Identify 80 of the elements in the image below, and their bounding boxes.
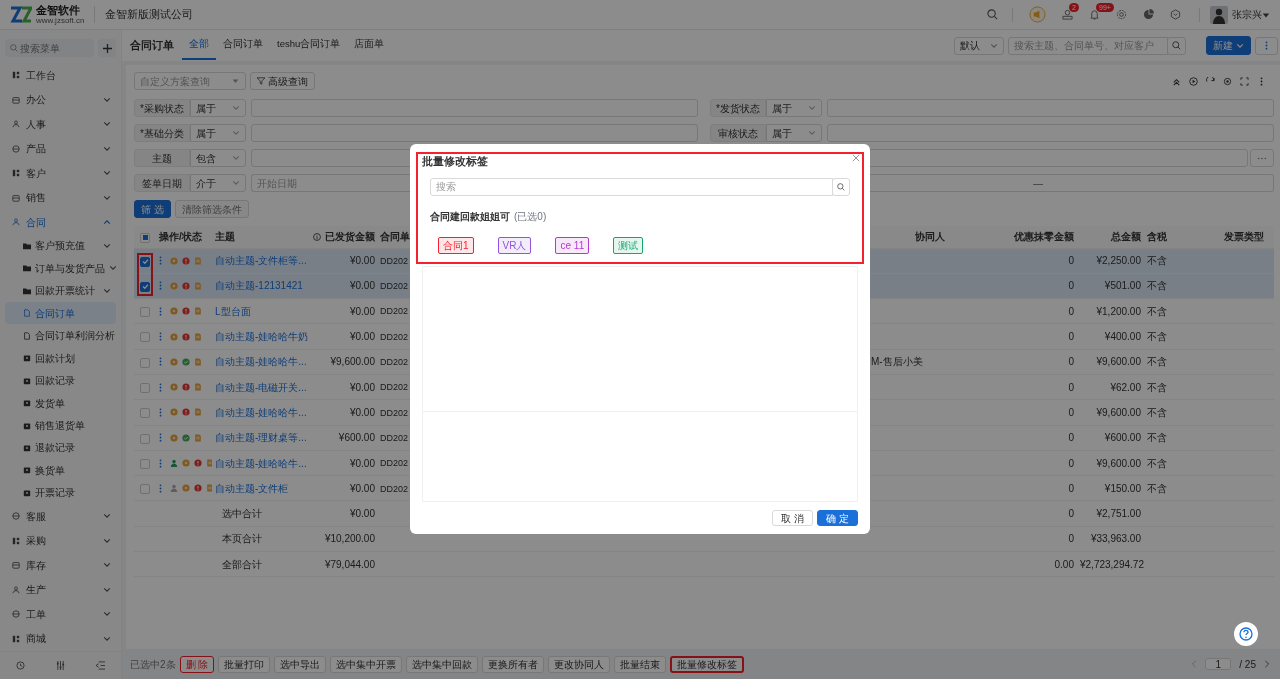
table-cell: ¥0.00 [349,381,375,393]
table-cell: DD202 [380,432,408,443]
filter-label: 签单日期 [134,174,190,192]
table-cell: 0 [1068,508,1074,520]
table-cell: DD202 [380,382,408,393]
table-cell: ¥400.00 [1104,331,1141,343]
table-cell: DD202 [380,483,408,494]
filter-label: 主题 [134,149,190,167]
summary-label: 本页合计 [222,533,262,545]
table-cell: 不含 [1147,381,1167,393]
table-cell: 0 [1068,482,1074,494]
table-cell: ¥9,600.00 [330,356,375,368]
table-cell: 0 [1068,432,1074,444]
column-header: 已发货金额 [325,230,375,244]
table-cell: DD202 [380,357,408,368]
table-cell: ¥79,044.00 [324,558,375,570]
table-cell: 0 [1068,381,1074,393]
table-cell: 0.00 [1054,558,1074,570]
table-cell: 不含 [1147,356,1167,368]
table-cell: 不含 [1147,280,1167,292]
table-cell: 0 [1068,533,1074,545]
table-cell: M-售后小美 [871,356,923,368]
table-cell: ¥501.00 [1104,280,1141,292]
table-cell: 不含 [1147,432,1167,444]
filter-label: 审核状态 [710,124,766,142]
range-separator: — [1033,176,1044,191]
table-cell: DD202 [380,255,408,266]
table-cell: ¥2,250.00 [1096,255,1141,267]
table-cell: 0 [1068,356,1074,368]
company-name: 金智新版测试公司 [94,6,194,23]
table-cell: ¥9,600.00 [1096,356,1141,368]
summary-label: 全部合计 [222,558,262,570]
table-cell: 0 [1068,331,1074,343]
table-cell: 不含 [1147,255,1167,267]
filter-label: *采购状态 [134,99,190,117]
table-cell: ¥2,723,294.72 [1080,558,1144,570]
table-cell: 0 [1068,406,1074,418]
table-cell: 不含 [1147,305,1167,317]
table-cell: 0 [1068,255,1074,267]
table-cell: ¥600.00 [1104,432,1141,444]
table-cell: ¥0.00 [349,280,375,292]
table-cell: ¥9,600.00 [1096,457,1141,469]
table-cell: DD202 [380,306,408,317]
table-cell: 0 [1068,280,1074,292]
dialog-title: 批量修改标签 [422,154,488,169]
table-cell: ¥1,200.00 [1096,305,1141,317]
tag-group-title: 合同建回款姐姐可 [430,209,510,224]
table-cell: ¥0.00 [349,255,375,267]
table-cell: ¥2,751.00 [1096,508,1141,520]
table-cell: 0 [1068,305,1074,317]
table-cell: DD202 [380,331,408,342]
table-cell: 不含 [1147,331,1167,343]
logo-text: 金智软件 [36,4,80,16]
page-total: / 25 [1239,657,1256,672]
table-cell: 不含 [1147,406,1167,418]
table-cell: ¥150.00 [1104,482,1141,494]
logo-url: www.jzsoft.cn [36,15,85,25]
selection-count: 已选中2条 [130,657,176,672]
table-cell: 0 [1068,457,1074,469]
table-cell: ¥0.00 [349,457,375,469]
table-cell: DD202 [380,407,408,418]
table-cell: ¥0.00 [349,508,375,520]
filter-label: *发货状态 [710,99,766,117]
page-title: 合同订单 [130,37,174,53]
table-cell: ¥9,600.00 [1096,406,1141,418]
table-cell: 不含 [1147,482,1167,494]
selected-count: (已选0) [514,209,547,224]
table-cell: DD202 [380,281,408,292]
summary-label: 选中合计 [222,508,262,520]
table-cell: ¥33,963.00 [1090,533,1141,545]
table-cell: ¥0.00 [349,305,375,317]
table-cell: ¥10,200.00 [324,533,375,545]
table-cell: DD202 [380,458,408,469]
table-cell: ¥0.00 [349,406,375,418]
filter-label: *基础分类 [134,124,190,142]
table-cell: ¥62.00 [1110,381,1141,393]
table-cell: ¥600.00 [338,432,375,444]
table-cell: ¥0.00 [349,331,375,343]
table-cell: ¥0.00 [349,482,375,494]
table-cell: 不含 [1147,457,1167,469]
